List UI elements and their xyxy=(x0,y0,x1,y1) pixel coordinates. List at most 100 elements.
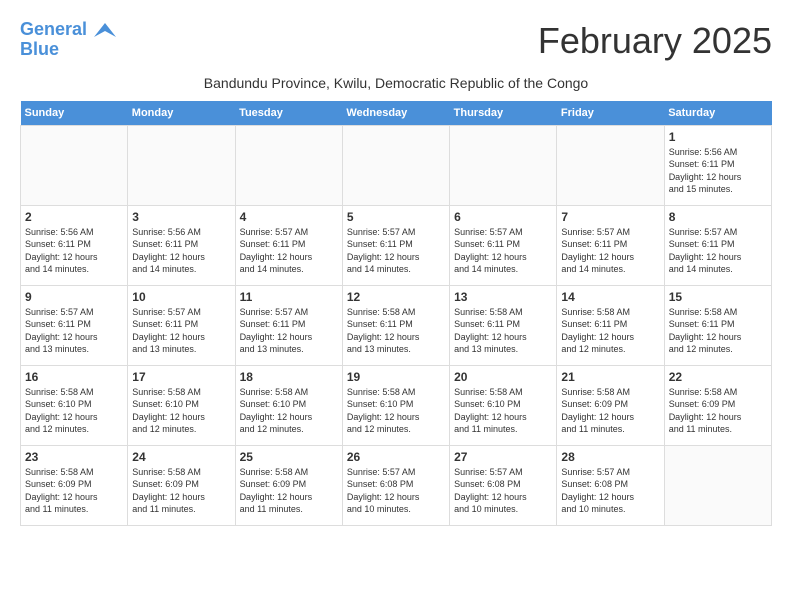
day-info: Sunrise: 5:58 AM Sunset: 6:10 PM Dayligh… xyxy=(454,386,552,436)
calendar-week-row: 23 Sunrise: 5:58 AM Sunset: 6:09 PM Dayli… xyxy=(21,445,772,525)
table-row xyxy=(235,125,342,205)
table-row: 4 Sunrise: 5:57 AM Sunset: 6:11 PM Daylig… xyxy=(235,205,342,285)
day-number: 6 xyxy=(454,210,552,224)
table-row: 13 Sunrise: 5:58 AM Sunset: 6:11 PM Dayli… xyxy=(450,285,557,365)
col-thursday: Thursday xyxy=(450,101,557,126)
day-number: 4 xyxy=(240,210,338,224)
day-number: 5 xyxy=(347,210,445,224)
day-info: Sunrise: 5:57 AM Sunset: 6:11 PM Dayligh… xyxy=(561,226,659,276)
day-number: 24 xyxy=(132,450,230,464)
table-row: 15 Sunrise: 5:58 AM Sunset: 6:11 PM Dayli… xyxy=(664,285,771,365)
table-row: 20 Sunrise: 5:58 AM Sunset: 6:10 PM Dayli… xyxy=(450,365,557,445)
table-row: 28 Sunrise: 5:57 AM Sunset: 6:08 PM Dayli… xyxy=(557,445,664,525)
table-row: 12 Sunrise: 5:58 AM Sunset: 6:11 PM Dayli… xyxy=(342,285,449,365)
day-number: 19 xyxy=(347,370,445,384)
day-info: Sunrise: 5:57 AM Sunset: 6:11 PM Dayligh… xyxy=(132,306,230,356)
day-number: 7 xyxy=(561,210,659,224)
day-number: 20 xyxy=(454,370,552,384)
col-tuesday: Tuesday xyxy=(235,101,342,126)
table-row xyxy=(664,445,771,525)
day-number: 23 xyxy=(25,450,123,464)
table-row xyxy=(128,125,235,205)
day-number: 12 xyxy=(347,290,445,304)
day-number: 14 xyxy=(561,290,659,304)
day-number: 22 xyxy=(669,370,767,384)
table-row: 1 Sunrise: 5:56 AM Sunset: 6:11 PM Daylig… xyxy=(664,125,771,205)
day-number: 16 xyxy=(25,370,123,384)
day-info: Sunrise: 5:58 AM Sunset: 6:09 PM Dayligh… xyxy=(132,466,230,516)
day-info: Sunrise: 5:58 AM Sunset: 6:11 PM Dayligh… xyxy=(669,306,767,356)
table-row: 25Sunrise: 5:58 AM Sunset: 6:09 PM Dayli… xyxy=(235,445,342,525)
col-saturday: Saturday xyxy=(664,101,771,126)
day-number: 15 xyxy=(669,290,767,304)
day-number: 10 xyxy=(132,290,230,304)
table-row: 23 Sunrise: 5:58 AM Sunset: 6:09 PM Dayli… xyxy=(21,445,128,525)
table-row: 8 Sunrise: 5:57 AM Sunset: 6:11 PM Daylig… xyxy=(664,205,771,285)
table-row: 24 Sunrise: 5:58 AM Sunset: 6:09 PM Dayli… xyxy=(128,445,235,525)
table-row: 11Sunrise: 5:57 AM Sunset: 6:11 PM Dayli… xyxy=(235,285,342,365)
table-row: 27 Sunrise: 5:57 AM Sunset: 6:08 PM Dayli… xyxy=(450,445,557,525)
table-row: 19 Sunrise: 5:58 AM Sunset: 6:10 PM Dayli… xyxy=(342,365,449,445)
day-info: Sunrise: 5:58 AM Sunset: 6:11 PM Dayligh… xyxy=(561,306,659,356)
day-number: 1 xyxy=(669,130,767,144)
day-info: Sunrise: 5:58 AM Sunset: 6:10 PM Dayligh… xyxy=(132,386,230,436)
day-info: Sunrise: 5:58 AM Sunset: 6:09 PM Dayligh… xyxy=(561,386,659,436)
col-monday: Monday xyxy=(128,101,235,126)
table-row xyxy=(21,125,128,205)
table-row: 3 Sunrise: 5:56 AM Sunset: 6:11 PM Daylig… xyxy=(128,205,235,285)
day-info: Sunrise: 5:58 AM Sunset: 6:11 PM Dayligh… xyxy=(454,306,552,356)
day-info: Sunrise: 5:56 AM Sunset: 6:11 PM Dayligh… xyxy=(132,226,230,276)
day-number: 2 xyxy=(25,210,123,224)
day-info: Sunrise: 5:57 AM Sunset: 6:11 PM Dayligh… xyxy=(25,306,123,356)
day-number: 28 xyxy=(561,450,659,464)
day-number: 18 xyxy=(240,370,338,384)
day-info: Sunrise: 5:56 AM Sunset: 6:11 PM Dayligh… xyxy=(25,226,123,276)
day-number: 3 xyxy=(132,210,230,224)
day-info: Sunrise: 5:57 AM Sunset: 6:08 PM Dayligh… xyxy=(347,466,445,516)
location-title: Bandundu Province, Kwilu, Democratic Rep… xyxy=(20,75,772,91)
table-row xyxy=(342,125,449,205)
day-number: 26 xyxy=(347,450,445,464)
table-row: 14 Sunrise: 5:58 AM Sunset: 6:11 PM Dayli… xyxy=(557,285,664,365)
day-number: 8 xyxy=(669,210,767,224)
day-info: Sunrise: 5:58 AM Sunset: 6:09 PM Dayligh… xyxy=(669,386,767,436)
day-info: Sunrise: 5:56 AM Sunset: 6:11 PM Dayligh… xyxy=(669,146,767,196)
day-number: 21 xyxy=(561,370,659,384)
calendar-week-row: 9Sunrise: 5:57 AM Sunset: 6:11 PM Daylig… xyxy=(21,285,772,365)
day-info: Sunrise: 5:57 AM Sunset: 6:08 PM Dayligh… xyxy=(454,466,552,516)
logo-blue: Blue xyxy=(20,40,116,60)
table-row: 10 Sunrise: 5:57 AM Sunset: 6:11 PM Dayli… xyxy=(128,285,235,365)
table-row xyxy=(557,125,664,205)
day-info: Sunrise: 5:57 AM Sunset: 6:11 PM Dayligh… xyxy=(669,226,767,276)
day-info: Sunrise: 5:58 AM Sunset: 6:10 PM Dayligh… xyxy=(25,386,123,436)
calendar-table: Sunday Monday Tuesday Wednesday Thursday… xyxy=(20,101,772,526)
day-number: 27 xyxy=(454,450,552,464)
table-row: 18Sunrise: 5:58 AM Sunset: 6:10 PM Dayli… xyxy=(235,365,342,445)
day-number: 13 xyxy=(454,290,552,304)
day-number: 17 xyxy=(132,370,230,384)
day-info: Sunrise: 5:58 AM Sunset: 6:11 PM Dayligh… xyxy=(347,306,445,356)
calendar-week-row: 16 Sunrise: 5:58 AM Sunset: 6:10 PM Dayli… xyxy=(21,365,772,445)
day-number: 11 xyxy=(240,290,338,304)
table-row: 9Sunrise: 5:57 AM Sunset: 6:11 PM Daylig… xyxy=(21,285,128,365)
day-info: Sunrise: 5:57 AM Sunset: 6:11 PM Dayligh… xyxy=(240,226,338,276)
calendar-header-row: Sunday Monday Tuesday Wednesday Thursday… xyxy=(21,101,772,126)
table-row: 2 Sunrise: 5:56 AM Sunset: 6:11 PM Daylig… xyxy=(21,205,128,285)
table-row: 22 Sunrise: 5:58 AM Sunset: 6:09 PM Dayli… xyxy=(664,365,771,445)
logo: General Blue xyxy=(20,20,116,60)
table-row: 6Sunrise: 5:57 AM Sunset: 6:11 PM Daylig… xyxy=(450,205,557,285)
table-row xyxy=(450,125,557,205)
day-info: Sunrise: 5:58 AM Sunset: 6:09 PM Dayligh… xyxy=(25,466,123,516)
table-row: 17 Sunrise: 5:58 AM Sunset: 6:10 PM Dayli… xyxy=(128,365,235,445)
calendar-week-row: 2 Sunrise: 5:56 AM Sunset: 6:11 PM Daylig… xyxy=(21,205,772,285)
day-info: Sunrise: 5:57 AM Sunset: 6:08 PM Dayligh… xyxy=(561,466,659,516)
calendar-week-row: 1 Sunrise: 5:56 AM Sunset: 6:11 PM Daylig… xyxy=(21,125,772,205)
col-friday: Friday xyxy=(557,101,664,126)
day-info: Sunrise: 5:58 AM Sunset: 6:10 PM Dayligh… xyxy=(347,386,445,436)
table-row: 21 Sunrise: 5:58 AM Sunset: 6:09 PM Dayli… xyxy=(557,365,664,445)
table-row: 5 Sunrise: 5:57 AM Sunset: 6:11 PM Daylig… xyxy=(342,205,449,285)
day-info: Sunrise: 5:57 AM Sunset: 6:11 PM Dayligh… xyxy=(347,226,445,276)
table-row: 26 Sunrise: 5:57 AM Sunset: 6:08 PM Dayli… xyxy=(342,445,449,525)
month-title: February 2025 xyxy=(538,20,772,62)
col-sunday: Sunday xyxy=(21,101,128,126)
